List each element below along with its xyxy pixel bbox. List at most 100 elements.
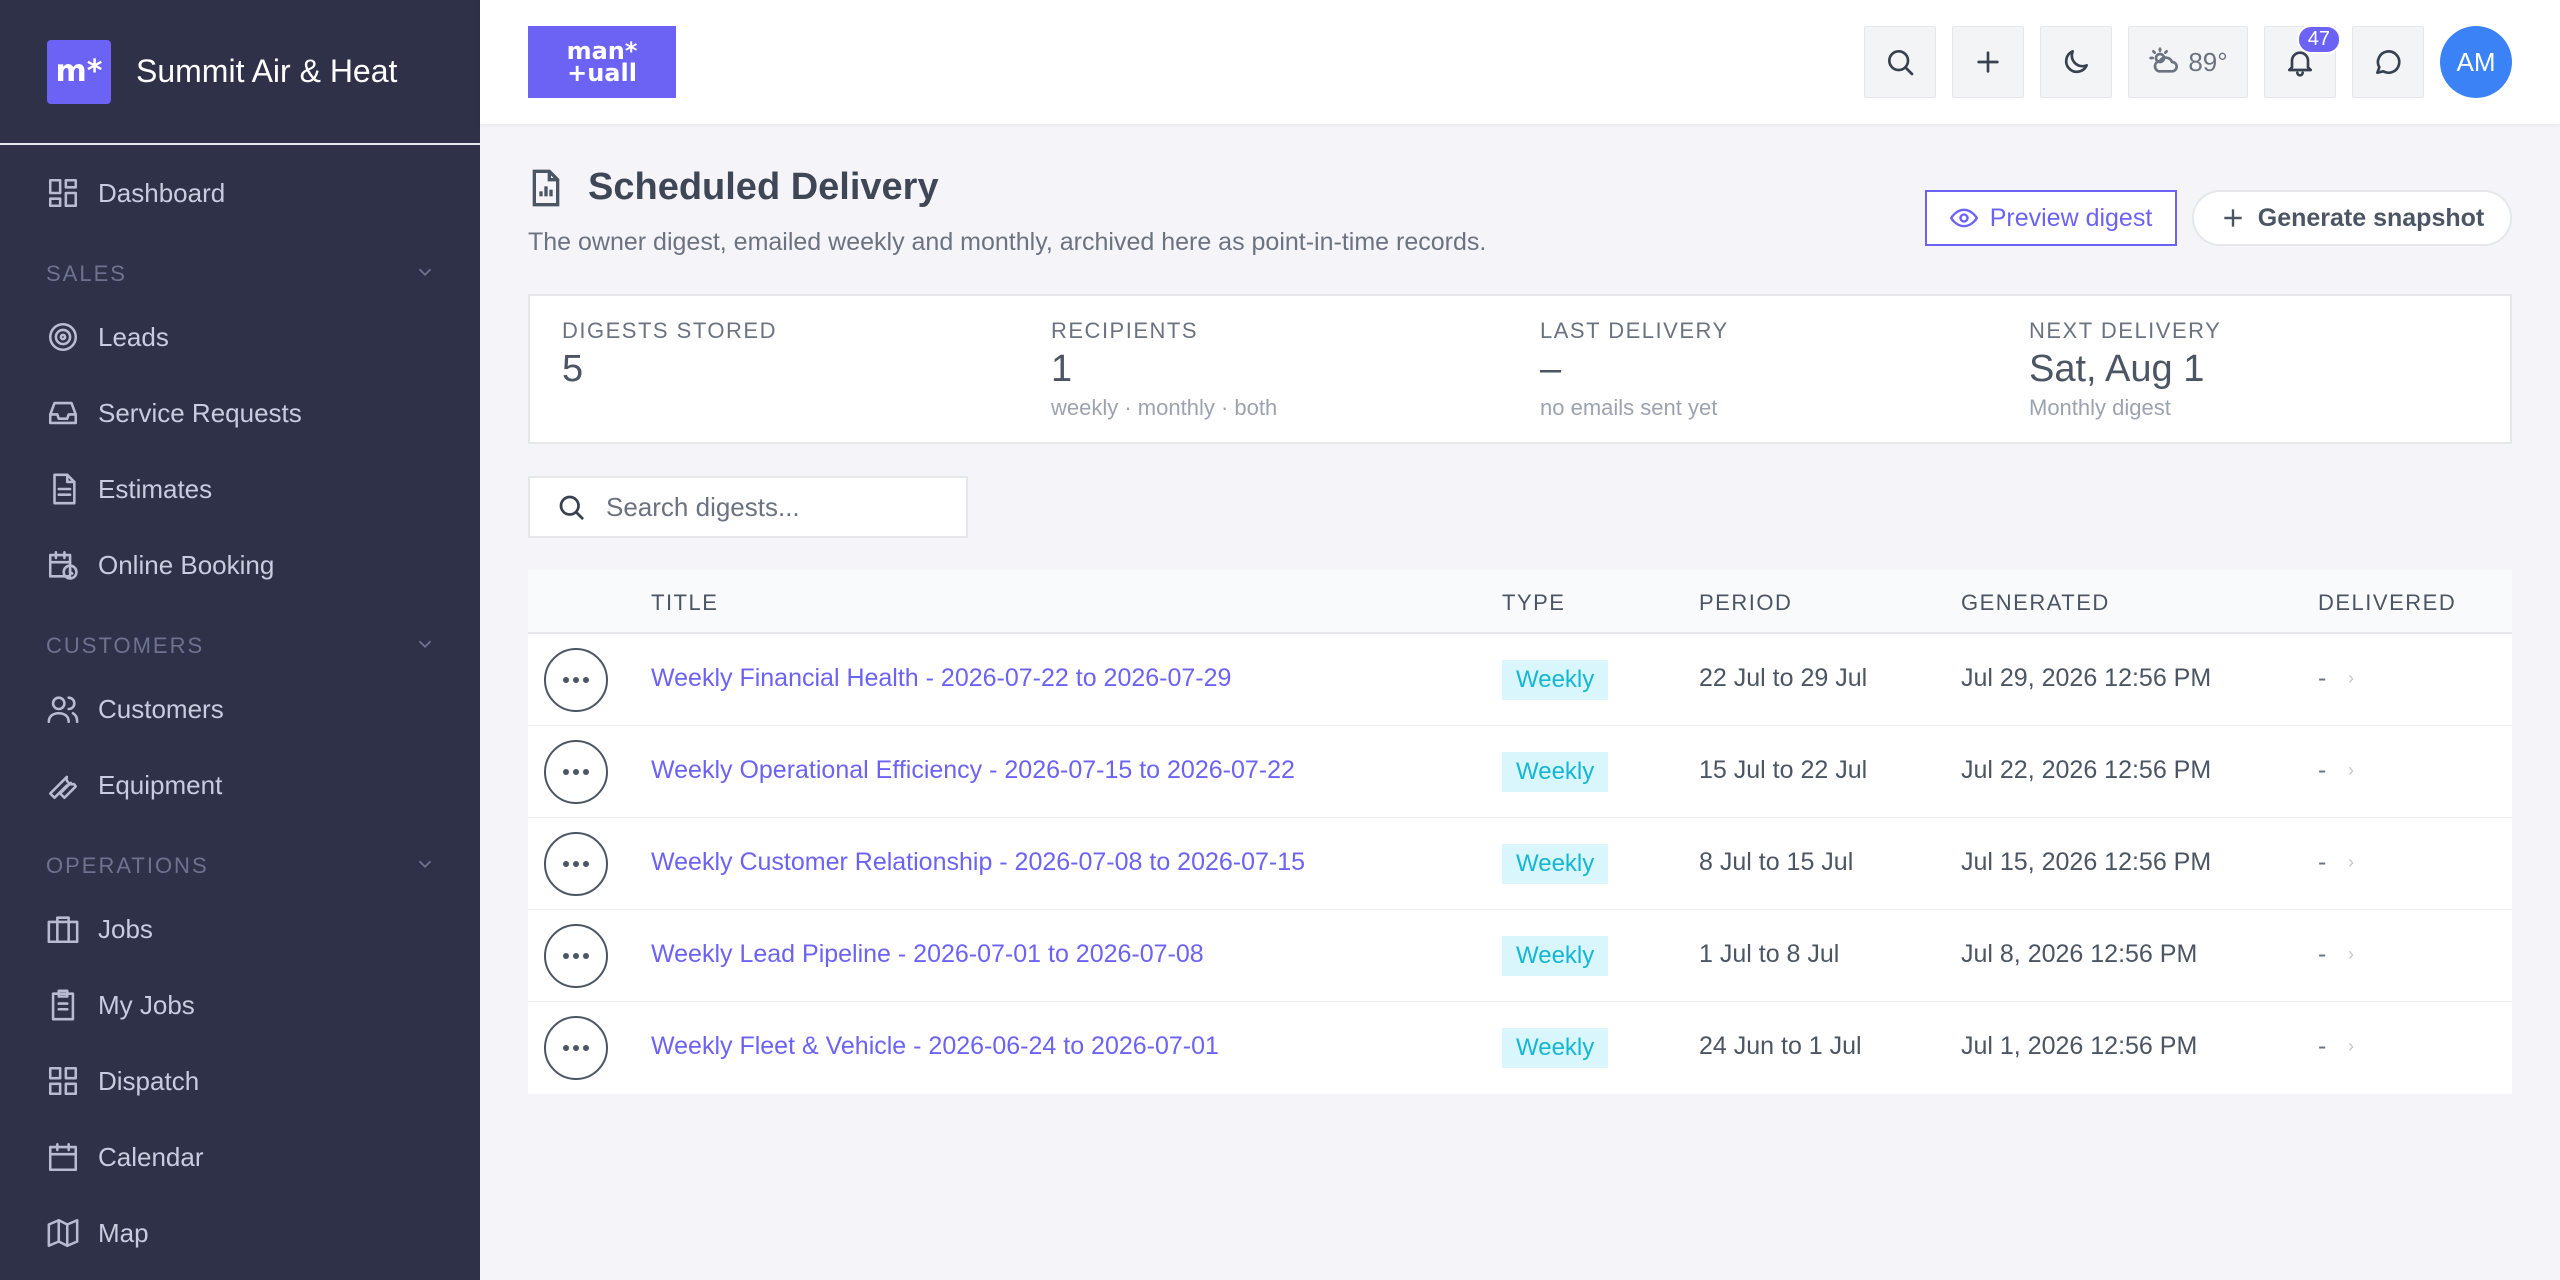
stat-value: Sat, Aug 1 <box>2029 348 2205 390</box>
sidebar-item-label: Customers <box>98 693 224 724</box>
sidebar-item-estimates[interactable]: Estimates <box>0 451 480 527</box>
add-button[interactable] <box>1952 26 2024 98</box>
dark-mode-toggle[interactable] <box>2040 26 2112 98</box>
row-actions-button[interactable] <box>544 740 608 804</box>
type-badge: Weekly <box>1502 844 1609 884</box>
notifications-button[interactable]: 47 <box>2264 25 2341 98</box>
preview-digest-button[interactable]: Preview digest <box>1925 190 2177 246</box>
generated-cell: Jul 8, 2026 12:56 PM <box>1961 940 2198 968</box>
sidebar-item-calendar[interactable]: Calendar <box>0 1119 480 1195</box>
digest-title-link[interactable]: Weekly Fleet & Vehicle - 2026-06-24 to 2… <box>651 1032 1219 1061</box>
topbar: man* +uall 89° 47 AM <box>480 0 2560 124</box>
search-icon <box>559 495 584 520</box>
stat-note: no emails sent yet <box>1540 395 1718 420</box>
period-cell: 1 Jul to 8 Jul <box>1699 940 1840 968</box>
table-row[interactable]: Weekly Operational Efficiency - 2026-07-… <box>528 726 2512 818</box>
column-header-type[interactable]: TYPE <box>1502 590 1565 616</box>
users-icon <box>47 696 79 724</box>
row-actions-button[interactable] <box>544 1016 608 1080</box>
more-horizontal-icon <box>563 769 589 775</box>
digest-title-link[interactable]: Weekly Customer Relationship - 2026-07-0… <box>651 848 1305 877</box>
sidebar-item-dashboard[interactable]: Dashboard <box>0 155 480 231</box>
target-icon <box>48 322 78 352</box>
app-logo[interactable]: man* +uall <box>528 26 676 98</box>
row-actions-button[interactable] <box>544 924 608 988</box>
chevron-down-icon <box>418 860 432 869</box>
column-header-title[interactable]: TITLE <box>651 590 718 616</box>
table-row[interactable]: Weekly Financial Health - 2026-07-22 to … <box>528 634 2512 726</box>
type-badge: Weekly <box>1502 660 1609 700</box>
sidebar-item-jobs[interactable]: Jobs <box>0 891 480 967</box>
sidebar-item-label: Estimates <box>98 473 213 504</box>
table-row[interactable]: Weekly Fleet & Vehicle - 2026-06-24 to 2… <box>528 1002 2512 1094</box>
inbox-icon <box>48 401 78 425</box>
delivered-cell: - <box>2318 664 2327 692</box>
chevron-down-icon <box>418 640 432 649</box>
sidebar-item-label: Equipment <box>98 769 223 800</box>
generate-snapshot-button[interactable]: Generate snapshot <box>2192 190 2512 246</box>
calendar-clock-icon <box>48 550 78 580</box>
more-horizontal-icon <box>563 677 589 683</box>
row-actions-button[interactable] <box>544 832 608 896</box>
sidebar-item-label: My Jobs <box>98 989 195 1020</box>
stat-value: – <box>1540 348 1562 390</box>
stat-label: RECIPIENTS <box>1051 318 1199 343</box>
column-header-delivered[interactable]: DELIVERED <box>2318 590 2456 616</box>
weather-button[interactable]: 89° <box>2128 26 2248 98</box>
search-button[interactable] <box>1864 26 1936 98</box>
sidebar-item-label: Calendar <box>98 1141 204 1172</box>
chevron-right-icon: › <box>2348 1036 2354 1056</box>
chevron-right-icon: › <box>2348 852 2354 872</box>
section-label: OPERATIONS <box>46 853 209 878</box>
table-row[interactable]: Weekly Customer Relationship - 2026-07-0… <box>528 818 2512 910</box>
report-document-icon <box>532 169 560 206</box>
page-subtitle: The owner digest, emailed weekly and mon… <box>528 228 1487 256</box>
partly-cloudy-icon <box>2149 47 2179 73</box>
delivered-cell: - <box>2318 848 2327 876</box>
digest-title-link[interactable]: Weekly Operational Efficiency - 2026-07-… <box>651 756 1295 785</box>
row-actions-button[interactable] <box>544 648 608 712</box>
section-customers[interactable]: CUSTOMERS <box>0 603 480 671</box>
sidebar-item-leads[interactable]: Leads <box>0 299 480 375</box>
search-input[interactable] <box>606 491 966 523</box>
page-header: Scheduled Delivery The owner digest, ema… <box>528 124 2512 294</box>
weather-temp: 89° <box>2188 46 2228 77</box>
stat-digests-stored: DIGESTS STORED 5 <box>562 318 777 391</box>
main-content: Scheduled Delivery The owner digest, ema… <box>528 124 2512 1094</box>
digests-table: TITLE TYPE PERIOD GENERATED DELIVERED We… <box>528 570 2512 1094</box>
clipboard-icon <box>51 989 75 1021</box>
generated-cell: Jul 1, 2026 12:56 PM <box>1961 1032 2198 1060</box>
sidebar-item-equipment[interactable]: Equipment <box>0 747 480 823</box>
more-horizontal-icon <box>563 953 589 959</box>
sidebar-item-my-jobs[interactable]: My Jobs <box>0 967 480 1043</box>
section-sales[interactable]: SALES <box>0 231 480 299</box>
grid-icon <box>48 1066 78 1096</box>
user-avatar[interactable]: AM <box>2440 26 2512 98</box>
sidebar-item-customers[interactable]: Customers <box>0 671 480 747</box>
brand[interactable]: m* Summit Air & Heat <box>0 0 480 145</box>
sidebar-item-dispatch[interactable]: Dispatch <box>0 1043 480 1119</box>
digest-title-link[interactable]: Weekly Lead Pipeline - 2026-07-01 to 202… <box>651 940 1204 969</box>
delivered-cell: - <box>2318 1032 2327 1060</box>
stat-last-delivery: LAST DELIVERY – no emails sent yet <box>1540 318 1729 421</box>
period-cell: 24 Jun to 1 Jul <box>1699 1032 1862 1060</box>
preview-digest-label: Preview digest <box>1989 203 2153 232</box>
messages-button[interactable] <box>2352 26 2424 98</box>
sidebar-item-label: Service Requests <box>98 397 302 428</box>
section-operations[interactable]: OPERATIONS <box>0 823 480 891</box>
delivered-cell: - <box>2318 940 2327 968</box>
digest-title-link[interactable]: Weekly Financial Health - 2026-07-22 to … <box>651 664 1231 693</box>
type-badge: Weekly <box>1502 936 1609 976</box>
table-header: TITLE TYPE PERIOD GENERATED DELIVERED <box>528 570 2512 634</box>
table-row[interactable]: Weekly Lead Pipeline - 2026-07-01 to 202… <box>528 910 2512 1002</box>
column-header-generated[interactable]: GENERATED <box>1961 590 2110 616</box>
plus-icon <box>2224 209 2242 227</box>
column-header-period[interactable]: PERIOD <box>1699 590 1792 616</box>
sidebar-item-online-booking[interactable]: Online Booking <box>0 527 480 603</box>
sidebar-item-service-requests[interactable]: Service Requests <box>0 375 480 451</box>
stat-next-delivery: NEXT DELIVERY Sat, Aug 1 Monthly digest <box>2029 318 2221 421</box>
chevron-right-icon: › <box>2348 760 2354 780</box>
stat-label: NEXT DELIVERY <box>2029 318 2222 343</box>
brand-logo: m* <box>47 39 111 104</box>
sidebar-item-map[interactable]: Map <box>0 1195 480 1271</box>
